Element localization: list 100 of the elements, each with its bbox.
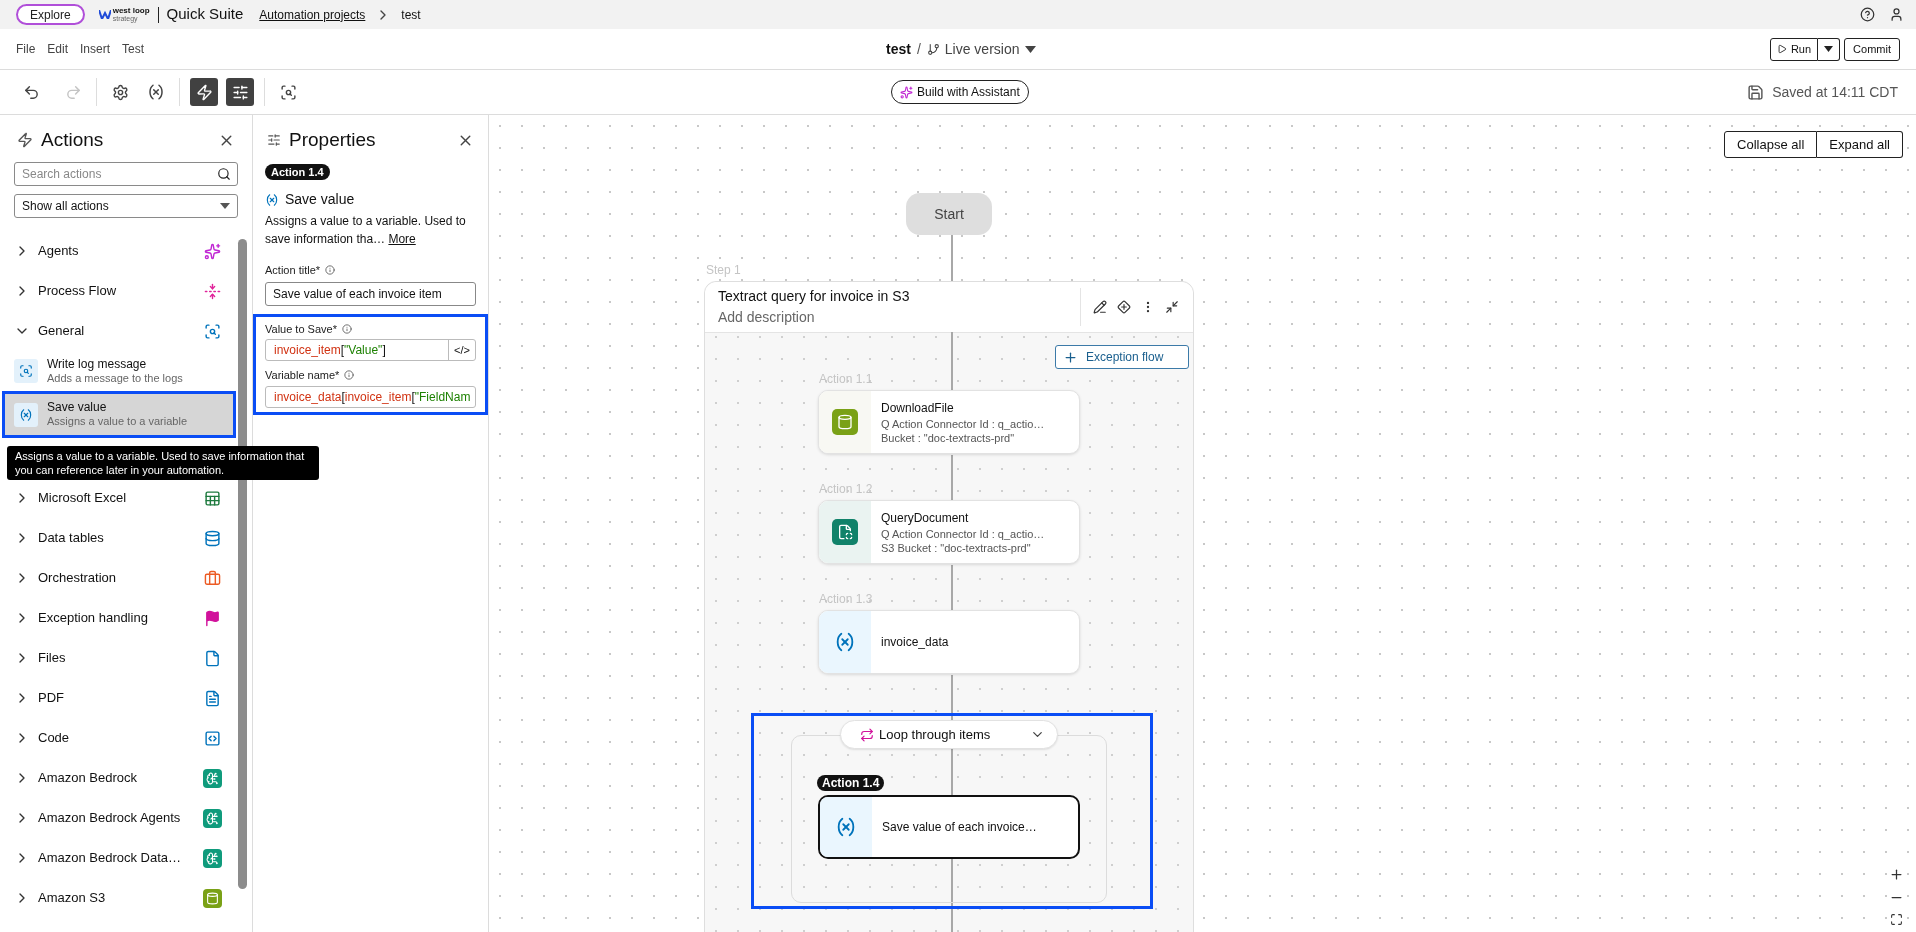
- menu-item[interactable]: Test: [122, 40, 145, 58]
- category-item[interactable]: Code: [0, 718, 238, 758]
- more-link[interactable]: More: [388, 232, 416, 246]
- scan-search-icon: [203, 322, 221, 340]
- node-title: invoice_data: [881, 634, 949, 651]
- caret-icon: [1024, 46, 1036, 53]
- step-label: Step 1: [706, 262, 741, 279]
- collapse-all-button[interactable]: Collapse all: [1724, 131, 1818, 158]
- filter-dropdown[interactable]: Show all actions: [14, 194, 238, 218]
- connector-line: [951, 332, 953, 390]
- title-field[interactable]: Save value of each invoice item: [265, 281, 476, 306]
- node-detail: Q Action Connector Id : q_actio…: [881, 417, 1045, 431]
- category-item[interactable]: Files: [0, 638, 238, 678]
- search-field[interactable]: Search actions: [14, 162, 238, 186]
- expression-field[interactable]: invoice_data[invoice_item["FieldNam: [265, 385, 476, 408]
- lightning-icon: [17, 132, 33, 148]
- save-icon: [1747, 83, 1765, 101]
- step-description[interactable]: Add description: [718, 307, 910, 328]
- node-title: QueryDocument: [881, 510, 970, 527]
- properties-panel-toggle[interactable]: [226, 78, 254, 106]
- action-node[interactable]: Save value of each invoice…: [818, 795, 1080, 859]
- caret-icon: [1824, 46, 1834, 52]
- expression-field[interactable]: invoice_item["Value"] </>: [265, 339, 476, 361]
- category-item[interactable]: Exception handling: [0, 598, 238, 638]
- variable-icon: [14, 402, 38, 427]
- edit-icon[interactable]: [1093, 300, 1107, 314]
- bucket-icon: [202, 888, 222, 908]
- action-badge: Action 1.4: [817, 775, 885, 791]
- field-label: Variable name*: [265, 368, 340, 383]
- action-name: Save value: [285, 190, 355, 209]
- sparkle-icon: [900, 85, 913, 99]
- code-toggle[interactable]: </>: [448, 340, 475, 360]
- action-item[interactable]: Save value Assigns a value to a variable: [2, 391, 236, 438]
- scan-search-icon: [14, 359, 38, 383]
- menu-item[interactable]: Edit: [47, 40, 69, 58]
- run-button[interactable]: Run: [1769, 37, 1819, 61]
- action-item[interactable]: Write log message Adds a message to the logs: [0, 351, 238, 391]
- panel-title: Actions: [41, 127, 104, 152]
- loop-icon: [860, 727, 874, 742]
- category-item[interactable]: Amazon Bedrock: [0, 758, 238, 798]
- category-item[interactable]: Orchestration: [0, 558, 238, 598]
- category-item[interactable]: Agents: [0, 231, 238, 271]
- save-status: Saved at 14:11 CDT: [1772, 82, 1898, 102]
- action-node[interactable]: DownloadFile Q Action Connector Id : q_actio… Bucket : "doc-textracts-prd": [818, 390, 1080, 454]
- undo-icon: [22, 83, 40, 101]
- variable-icon: [265, 192, 279, 207]
- database-icon: [203, 529, 221, 547]
- menu-item[interactable]: File: [16, 40, 36, 58]
- settings-icon: [111, 83, 129, 101]
- action-badge: Action 1.4: [265, 164, 330, 180]
- diamond-plus-icon[interactable]: [1117, 300, 1131, 314]
- variable-icon: [147, 83, 165, 101]
- play-icon: [1776, 44, 1787, 54]
- expand-all-button[interactable]: Expand all: [1817, 131, 1903, 158]
- version-dropdown[interactable]: Live version: [926, 39, 1036, 60]
- tooltip: Assigns a value to a variable. Used to save information that you can reference later in your automation.: [7, 446, 319, 480]
- collapse-icon[interactable]: [1165, 300, 1179, 314]
- app-name: Quick Suite: [166, 4, 244, 25]
- code-icon: [203, 729, 221, 747]
- action-description: Assigns a value to a variable. Used to save information tha… More: [265, 213, 467, 248]
- breadcrumb-link[interactable]: Automation projects: [259, 5, 366, 24]
- brain-icon: [202, 808, 222, 828]
- explore-button[interactable]: Explore: [16, 4, 85, 25]
- sheet-icon: [203, 489, 221, 507]
- category-item[interactable]: Data tables: [0, 518, 238, 558]
- node-detail: Bucket : "doc-textracts-prd": [881, 431, 1016, 445]
- loop-dropdown[interactable]: Loop through items: [840, 720, 1058, 749]
- commit-button[interactable]: Commit: [1844, 37, 1900, 61]
- category-item[interactable]: Amazon Bedrock Agents: [0, 798, 238, 838]
- file-text-icon: [203, 689, 221, 707]
- branch-icon: [926, 43, 940, 56]
- action-node[interactable]: invoice_data: [818, 610, 1080, 674]
- scan-search-icon: [279, 83, 297, 101]
- field-label: Action title*: [265, 263, 321, 278]
- sliders-icon: [231, 83, 249, 101]
- run-menu-button[interactable]: [1818, 37, 1841, 61]
- category-item[interactable]: Amazon S3: [0, 878, 238, 918]
- category-item[interactable]: Process Flow: [0, 271, 238, 311]
- info-icon: [341, 323, 352, 334]
- actions-panel-toggle[interactable]: [190, 78, 218, 106]
- category-item[interactable]: PDF: [0, 678, 238, 718]
- info-icon: [344, 370, 355, 381]
- fullscreen-icon[interactable]: [1890, 913, 1903, 926]
- category-item[interactable]: Amazon Bedrock Data…: [0, 838, 238, 878]
- redo-icon: [64, 83, 82, 101]
- brain-icon: [202, 768, 222, 788]
- file-icon: [203, 649, 221, 667]
- sparkle-icon: [203, 242, 221, 260]
- connector-line: [951, 235, 953, 281]
- action-node[interactable]: QueryDocument Q Action Connector Id : q_actio… S3 Bucket : "doc-textracts-prd": [818, 500, 1080, 564]
- start-node[interactable]: Start: [906, 193, 992, 235]
- document-scan-icon: [832, 519, 858, 545]
- zoom-in-icon[interactable]: [1889, 867, 1904, 882]
- category-item[interactable]: General: [0, 311, 238, 351]
- field-label: Value to Save*: [265, 321, 337, 337]
- briefcase-icon: [203, 569, 221, 587]
- menu-item[interactable]: Insert: [80, 40, 111, 58]
- user-icon[interactable]: [1889, 7, 1904, 22]
- help-icon[interactable]: [1860, 7, 1875, 22]
- exception-flow-button[interactable]: Exception flow: [1055, 345, 1189, 369]
